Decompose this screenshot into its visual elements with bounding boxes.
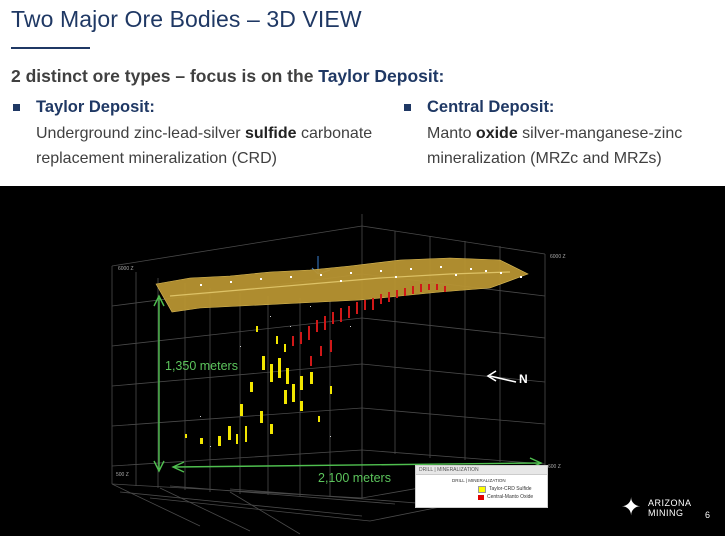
logo-line-2: MINING	[648, 508, 684, 518]
axis-label-bottom-left: 500 Z	[116, 472, 129, 478]
legend-item-taylor: Taylor-CRD Sulfide	[416, 485, 547, 493]
ore-body-3d-view: 6000 Z 6000 Z 600 Z 500 Z 1,350 meters 2…	[0, 186, 725, 536]
star-icon: ✦	[621, 494, 642, 521]
mineralization-legend: DRILL | MINERALIZATION DRILL | MINERALIZ…	[415, 465, 548, 508]
legend-label: Taylor-CRD Sulfide	[489, 486, 532, 492]
central-deposit-block: Central Deposit: Manto oxide silver-mang…	[404, 96, 722, 171]
deposit-name: Taylor Deposit:	[36, 97, 155, 116]
logo-text: ARIZONA MINING	[648, 498, 692, 518]
legend-item-central: Central-Manto Oxide	[416, 493, 547, 501]
page-number: 6	[705, 510, 711, 520]
desc-text: Underground zinc-lead-silver	[36, 125, 245, 142]
legend-title: DRILL | MINERALIZATION	[452, 478, 506, 483]
yellow-mineralization	[185, 326, 332, 446]
axis-label-top-left: 6000 Z	[118, 266, 134, 272]
bullet-icon	[13, 104, 20, 111]
legend-swatch-red	[478, 494, 484, 500]
vertical-measure-label: 1,350 meters	[165, 359, 238, 373]
vertical-measure-line	[153, 294, 165, 473]
taylor-deposit-block: Taylor Deposit: Underground zinc-lead-si…	[13, 96, 393, 171]
deposit-name: Central Deposit:	[427, 97, 555, 116]
legend-header: DRILL | MINERALIZATION	[416, 466, 547, 475]
desc-text: Manto	[427, 125, 476, 142]
slide-subtitle: 2 distinct ore types – focus is on the T…	[11, 66, 444, 87]
deposit-description: Underground zinc-lead-silver sulfide car…	[36, 121, 393, 171]
subtitle-prefix: 2 distinct ore types – focus is on the	[11, 66, 319, 86]
north-label: N	[519, 372, 528, 386]
logo-line-1: ARIZONA	[648, 498, 692, 508]
north-arrow-icon	[486, 370, 517, 383]
slide-title: Two Major Ore Bodies – 3D VIEW	[11, 6, 362, 32]
deposit-description: Manto oxide silver-manganese-zinc minera…	[427, 121, 722, 171]
arizona-mining-logo: ✦ ARIZONA MINING	[621, 494, 699, 524]
bullet-icon	[404, 104, 411, 111]
legend-label: Central-Manto Oxide	[487, 494, 534, 500]
horizontal-measure-label: 2,100 meters	[318, 471, 391, 485]
desc-bold: oxide	[475, 125, 518, 142]
manto-oxide-surface	[155, 257, 529, 313]
axis-label-bottom-right: 600 Z	[548, 464, 561, 470]
desc-bold: sulfide	[244, 125, 297, 142]
subtitle-highlight: Taylor Deposit:	[318, 66, 445, 86]
axis-label-top-right: 6000 Z	[550, 254, 566, 260]
legend-swatch-yellow	[478, 485, 486, 493]
title-underline	[11, 47, 90, 49]
